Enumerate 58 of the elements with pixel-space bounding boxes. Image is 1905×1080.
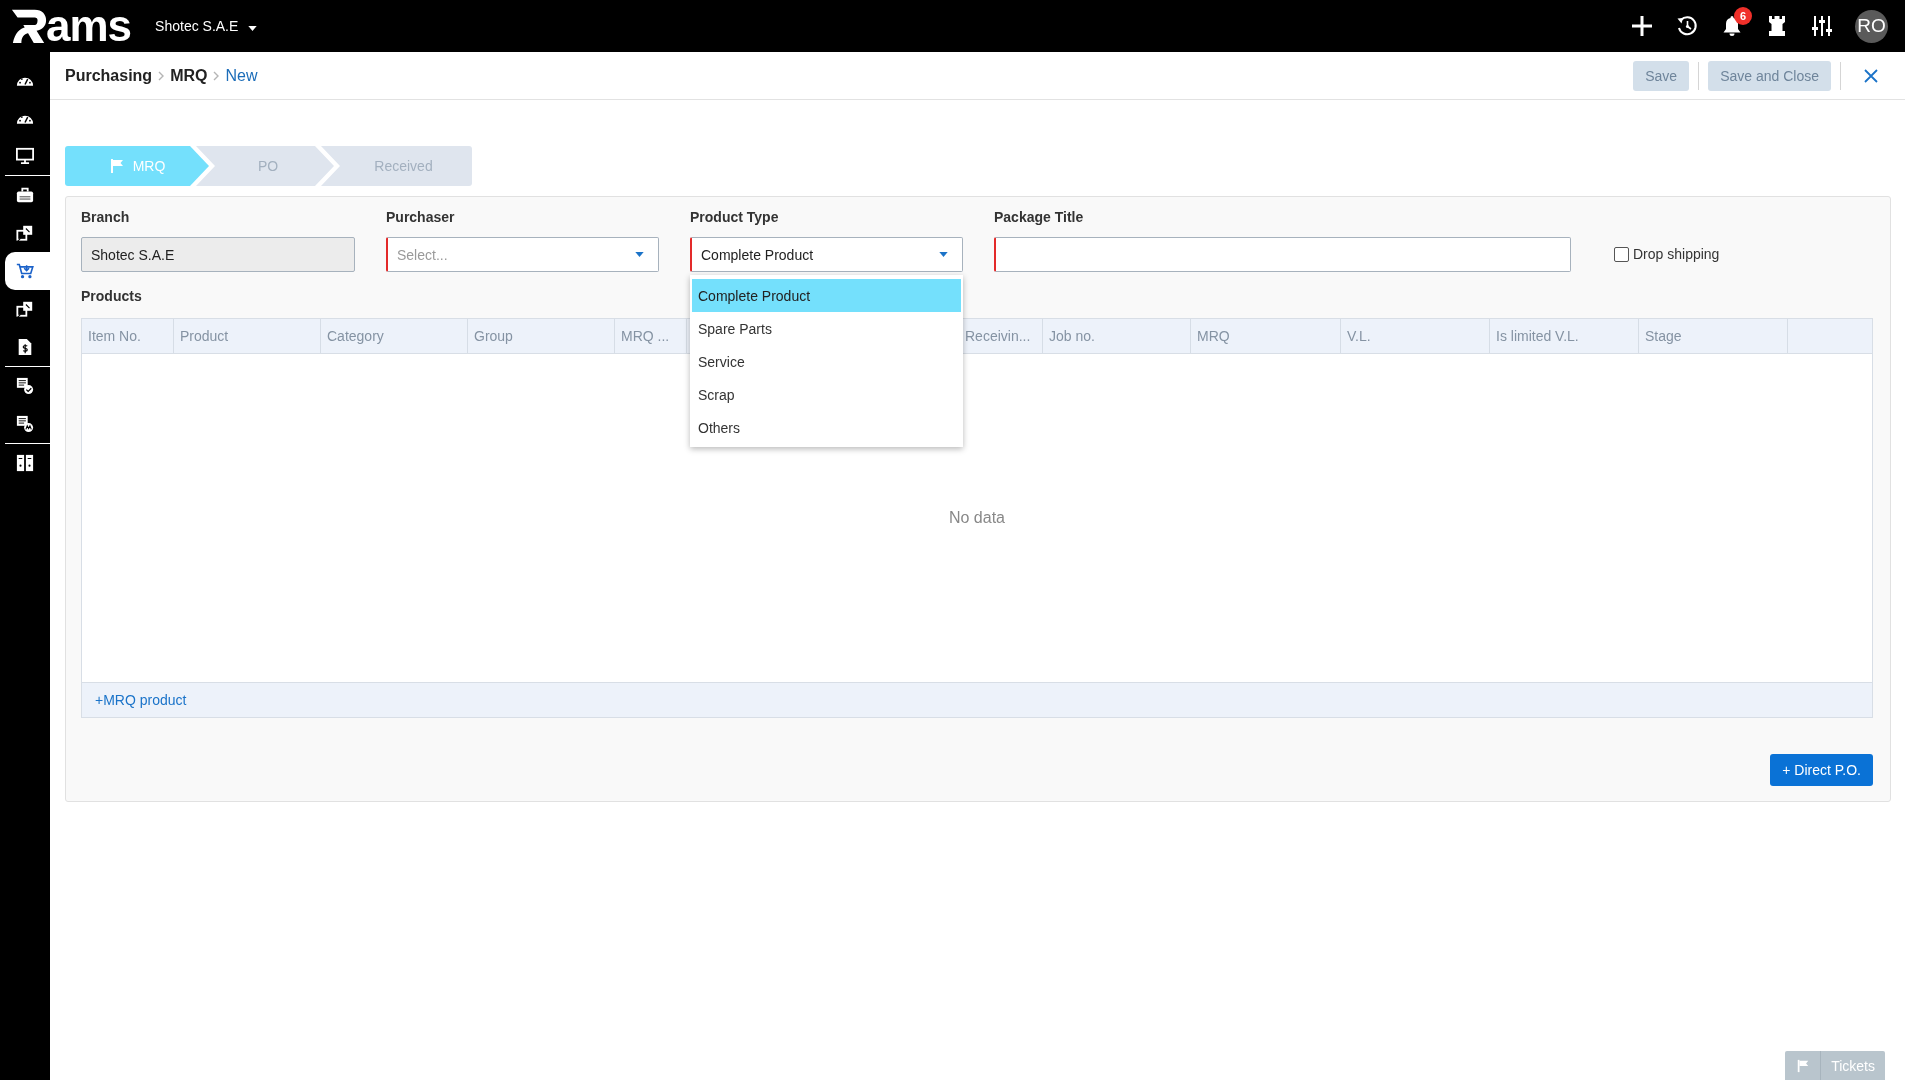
step: Received [321, 146, 472, 186]
binders-icon [16, 454, 34, 472]
direct-po-button[interactable]: + Direct P.O. [1770, 754, 1873, 786]
dollar-document-icon [16, 338, 34, 356]
column-header: Product [174, 319, 321, 353]
caret-icon [248, 25, 258, 31]
section-title: Products [81, 287, 142, 305]
field-label: Branch [81, 208, 130, 226]
checkbox-label: Drop shipping [1633, 246, 1720, 262]
caret-icon [939, 252, 948, 257]
step: PO [196, 146, 334, 186]
sliders-icon [1811, 15, 1833, 37]
close-icon [1864, 68, 1878, 83]
squares-icon [16, 300, 34, 318]
chart-document-icon [16, 415, 34, 433]
breadcrumb-current: New [225, 66, 258, 85]
select-field[interactable]: Complete Product [690, 237, 963, 272]
chevron-icon [158, 70, 165, 81]
dropdown-option[interactable]: Complete Product [692, 279, 961, 312]
history-icon [1676, 15, 1698, 37]
briefcase-icon [16, 186, 34, 204]
column-header: Receivin... [959, 319, 1043, 353]
close-button[interactable] [1862, 66, 1880, 85]
flag-icon [1796, 1058, 1811, 1073]
breadcrumb-link[interactable]: MRQ [170, 66, 208, 85]
field-label: Product Type [690, 208, 779, 226]
column-header: Category [321, 319, 468, 353]
plus-icon [1631, 15, 1653, 37]
checkbox[interactable] [1614, 246, 1629, 262]
step: MRQ [65, 146, 209, 186]
column-header: Job no. [1043, 319, 1191, 353]
column-header: Group [468, 319, 615, 353]
add-product-link[interactable]: +MRQ product [95, 692, 187, 708]
empty-message: No data [948, 509, 1005, 527]
logo[interactable]: ams [10, 4, 132, 48]
caret-icon [635, 252, 644, 257]
notification-badge: 6 [1734, 7, 1752, 25]
sidebar-item[interactable] [5, 252, 50, 290]
column-header: MRQ ... [615, 319, 687, 353]
column-header: Item No. [82, 319, 174, 353]
text-field[interactable] [994, 237, 1571, 272]
column-header: Stage [1639, 319, 1788, 353]
breadcrumb-link[interactable]: Purchasing [65, 66, 153, 85]
field-label: Package Title [994, 208, 1084, 226]
monitor-icon [16, 147, 34, 165]
chevron-icon [213, 70, 220, 81]
checked-document-icon [16, 377, 34, 395]
cart-icon [16, 262, 34, 280]
notifications-button[interactable]: 6 [1715, 9, 1749, 43]
column-header: V.L. [1341, 319, 1490, 353]
user-avatar[interactable]: RO [1855, 9, 1888, 43]
flag-icon [108, 158, 125, 174]
column-header: MRQ [1191, 319, 1341, 353]
castle-icon [1766, 15, 1788, 37]
field-label: Purchaser [386, 208, 455, 226]
company-selector[interactable]: Shotec S.A.E [153, 14, 260, 38]
squares-icon [16, 224, 34, 242]
column-header: Is limited V.L. [1490, 319, 1639, 353]
